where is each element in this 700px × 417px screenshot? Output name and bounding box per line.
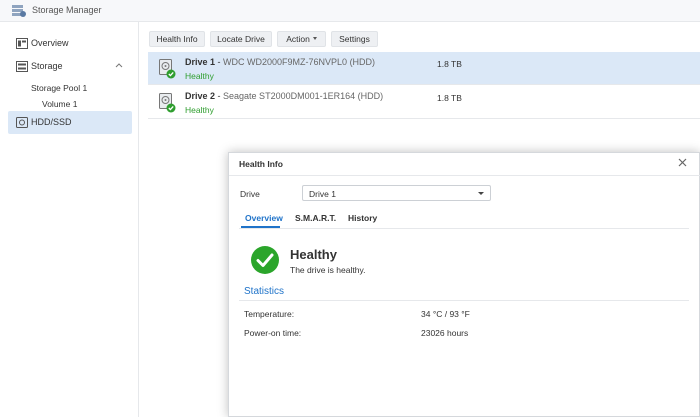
window-titlebar: Storage Manager (0, 0, 700, 22)
sidebar-item-hdd-ssd[interactable]: HDD/SSD (8, 111, 132, 134)
app-title: Storage Manager (32, 5, 102, 15)
hdd-icon (16, 117, 28, 128)
action-label: Action (286, 34, 310, 44)
storage-manager-icon (12, 5, 26, 17)
temperature-value: 34 °C / 93 °F (421, 309, 470, 319)
drive-model: Seagate ST2000DM001-1ER164 (HDD) (223, 91, 384, 101)
drive-status: Healthy (185, 105, 214, 115)
drive-status: Healthy (185, 71, 214, 81)
tab-divider (239, 228, 689, 229)
tab-history[interactable]: History (348, 213, 377, 223)
sidebar-item-overview[interactable]: Overview (8, 32, 132, 55)
chevron-down-icon (478, 192, 484, 195)
check-circle-icon (251, 246, 279, 274)
statistics-divider (239, 300, 689, 301)
sidebar-item-label: Overview (31, 38, 69, 48)
close-icon[interactable] (678, 158, 687, 167)
tab-smart[interactable]: S.M.A.R.T. (295, 213, 336, 223)
hdd-healthy-icon (159, 59, 176, 79)
drive-name: Drive 1 - WDC WD2000F9MZ-76NVPL0 (HDD) (185, 57, 376, 67)
tab-overview[interactable]: Overview (245, 213, 283, 223)
health-status-title: Healthy (290, 247, 337, 262)
drive-size: 1.8 TB (437, 59, 462, 69)
overview-icon (16, 38, 28, 49)
locate-drive-button[interactable]: Locate Drive (210, 31, 272, 47)
power-on-time-value: 23026 hours (421, 328, 469, 338)
sidebar-item-label: HDD/SSD (31, 117, 72, 127)
sidebar: Overview Storage Storage Pool 1 Volume 1… (0, 22, 139, 417)
temperature-label: Temperature: (244, 309, 295, 319)
drive-model: WDC WD2000F9MZ-76NVPL0 (HDD) (223, 57, 376, 67)
statistics-heading: Statistics (244, 286, 285, 297)
sidebar-item-storage[interactable]: Storage (8, 55, 132, 78)
settings-button[interactable]: Settings (331, 31, 378, 47)
caret-down-icon (312, 37, 317, 40)
drive-select-label: Drive (240, 189, 260, 199)
drive-label: Drive 2 (185, 91, 216, 101)
dialog-title: Health Info (239, 159, 283, 169)
action-menu-button[interactable]: Action (277, 31, 326, 47)
sidebar-item-storage-pool-1[interactable]: Storage Pool 1 (31, 83, 87, 93)
drive-name: Drive 2 - Seagate ST2000DM001-1ER164 (HD… (185, 91, 384, 101)
drive-select-value: Drive 1 (309, 189, 336, 199)
drive-select[interactable]: Drive 1 (302, 185, 491, 201)
storage-icon (16, 61, 28, 72)
drive-size: 1.8 TB (437, 93, 462, 103)
health-status-description: The drive is healthy. (290, 265, 366, 275)
drive-row-2[interactable]: Drive 2 - Seagate ST2000DM001-1ER164 (HD… (148, 86, 700, 119)
health-info-button[interactable]: Health Info (149, 31, 205, 47)
health-info-dialog: Health Info Drive Drive 1 Overview S.M.A… (228, 152, 700, 417)
sidebar-item-volume-1[interactable]: Volume 1 (42, 99, 77, 109)
power-on-time-label: Power-on time: (244, 328, 302, 338)
dialog-divider (229, 175, 700, 176)
sidebar-item-label: Storage (31, 61, 63, 71)
drive-row-1[interactable]: Drive 1 - WDC WD2000F9MZ-76NVPL0 (HDD) H… (148, 52, 700, 85)
drive-label: Drive 1 (185, 57, 216, 67)
chevron-up-icon[interactable] (115, 62, 123, 68)
hdd-healthy-icon (159, 93, 176, 113)
